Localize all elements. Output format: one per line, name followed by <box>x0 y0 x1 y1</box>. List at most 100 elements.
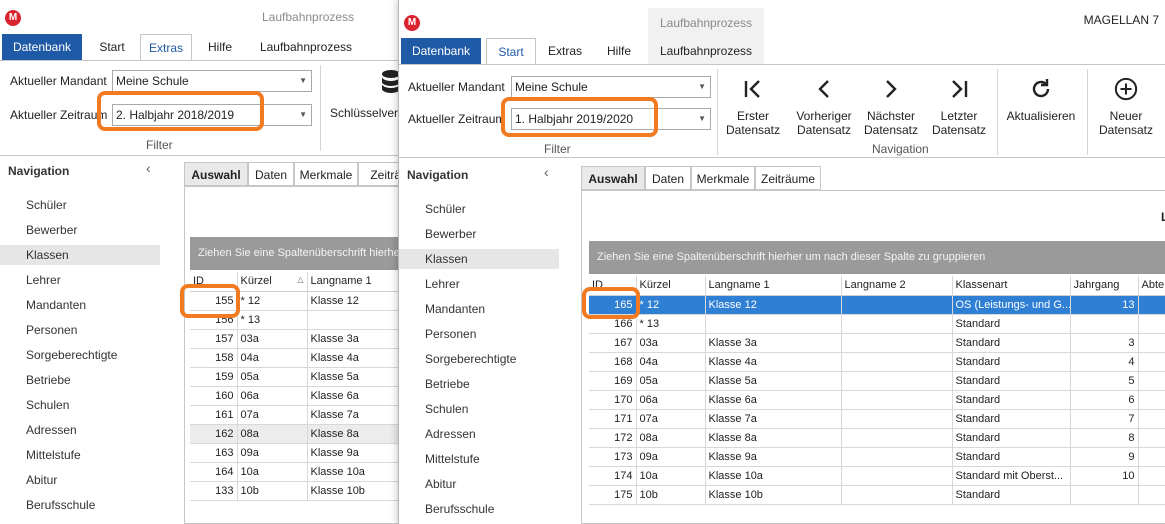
back-subtab-daten[interactable]: Daten <box>248 162 294 186</box>
back-tab-laufbahnprozess[interactable]: Laufbahnprozess <box>250 34 362 60</box>
table-cell-empty <box>1138 295 1165 315</box>
front-subtab-zeitraeume[interactable]: Zeiträume <box>755 166 821 190</box>
table-row[interactable]: 164 10a Klasse 10a <box>190 462 419 482</box>
nav-item-adressen[interactable]: Adressen <box>0 420 160 440</box>
front-col-abteilung[interactable]: Abte <box>1138 276 1165 296</box>
next-record-button[interactable]: Nächster Datensatz <box>859 77 923 137</box>
table-cell-empty <box>1138 485 1165 505</box>
nav-item-schulen[interactable]: Schulen <box>399 399 559 419</box>
table-row[interactable]: 158 04a Klasse 4a <box>190 348 419 368</box>
nav-item-mittelstufe[interactable]: Mittelstufe <box>399 449 559 469</box>
nav-item-lehrer[interactable]: Lehrer <box>0 270 160 290</box>
table-row[interactable]: 157 03a Klasse 3a <box>190 329 419 349</box>
table-cell-empty <box>1138 428 1165 448</box>
table-row[interactable]: 133 10b Klasse 10b <box>190 481 419 501</box>
back-col-kuerzel[interactable]: Kürzel △ <box>237 272 308 292</box>
table-row[interactable]: 172 08a Klasse 8a Standard 8 <box>589 428 1165 448</box>
front-subtab-merkmale[interactable]: Merkmale <box>691 166 755 190</box>
nav-item-betriebe[interactable]: Betriebe <box>399 374 559 394</box>
refresh-label: Aktualisieren <box>1006 109 1076 123</box>
table-row[interactable]: 160 06a Klasse 6a <box>190 386 419 406</box>
table-cell: Klasse 9a <box>705 447 842 467</box>
back-tab-datenbank[interactable]: Datenbank <box>2 34 82 60</box>
table-cell <box>841 390 953 410</box>
table-row[interactable]: 169 05a Klasse 5a Standard 5 <box>589 371 1165 391</box>
last-record-button[interactable]: Letzter Datensatz <box>927 77 991 137</box>
front-tab-laufbahnprozess[interactable]: Laufbahnprozess <box>648 38 764 64</box>
back-tab-start[interactable]: Start <box>88 34 136 60</box>
front-tab-hilfe[interactable]: Hilfe <box>597 38 641 64</box>
front-col-kuerzel[interactable]: Kürzel <box>636 276 706 296</box>
table-row[interactable]: 161 07a Klasse 7a <box>190 405 419 425</box>
table-cell-empty <box>1138 390 1165 410</box>
nav-item-sorgeberechtigte[interactable]: Sorgeberechtigte <box>0 345 160 365</box>
nav-item-personen[interactable]: Personen <box>399 324 559 344</box>
front-group-band[interactable]: Ziehen Sie eine Spaltenüberschrift hierh… <box>589 241 1165 274</box>
nav-item-mittelstufe[interactable]: Mittelstufe <box>0 445 160 465</box>
front-col-klassenart[interactable]: Klassenart <box>952 276 1071 296</box>
front-col-langname2[interactable]: Langname 2 <box>841 276 953 296</box>
nav-item-mandanten[interactable]: Mandanten <box>399 299 559 319</box>
nav-item-abitur[interactable]: Abitur <box>399 474 559 494</box>
table-cell: 06a <box>636 390 706 410</box>
table-row[interactable]: 166 * 13 Standard <box>589 314 1165 334</box>
nav-item-berufsschule[interactable]: Berufsschule <box>399 499 559 519</box>
nav-item-sorgeberechtigte[interactable]: Sorgeberechtigte <box>399 349 559 369</box>
nav-item-adressen[interactable]: Adressen <box>399 424 559 444</box>
table-row[interactable]: 175 10b Klasse 10b Standard <box>589 485 1165 505</box>
next-record-label-2: Datensatz <box>863 123 919 137</box>
table-cell: 7 <box>1070 409 1139 429</box>
table-row[interactable]: 168 04a Klasse 4a Standard 4 <box>589 352 1165 372</box>
chevron-left-icon[interactable]: ‹ <box>544 164 549 180</box>
id-highlight-front <box>582 287 640 319</box>
table-row[interactable]: 171 07a Klasse 7a Standard 7 <box>589 409 1165 429</box>
back-navigation-panel: Navigation ‹ Schüler Bewerber Klassen Lehre… <box>0 157 170 524</box>
nav-item-berufsschule[interactable]: Berufsschule <box>0 495 160 515</box>
nav-item-lehrer[interactable]: Lehrer <box>399 274 559 294</box>
front-tab-datenbank[interactable]: Datenbank <box>401 38 481 64</box>
nav-item-klassen[interactable]: Klassen <box>0 245 160 265</box>
first-record-button[interactable]: Erster Datensatz <box>721 77 785 137</box>
table-cell: 10b <box>636 485 706 505</box>
table-row[interactable]: 167 03a Klasse 3a Standard 3 <box>589 333 1165 353</box>
front-mandant-select[interactable]: Meine Schule ▼ <box>511 76 711 98</box>
nav-item-personen[interactable]: Personen <box>0 320 160 340</box>
table-row[interactable]: 162 08a Klasse 8a <box>190 424 419 444</box>
front-col-langname1[interactable]: Langname 1 <box>705 276 842 296</box>
back-mandant-select[interactable]: Meine Schule ▼ <box>112 70 312 92</box>
nav-item-schüler[interactable]: Schüler <box>0 195 160 215</box>
front-tab-extras[interactable]: Extras <box>541 38 589 64</box>
nav-item-schulen[interactable]: Schulen <box>0 395 160 415</box>
front-subtab-daten[interactable]: Daten <box>645 166 691 190</box>
nav-item-schüler[interactable]: Schüler <box>399 199 559 219</box>
nav-item-klassen[interactable]: Klassen <box>399 249 559 269</box>
table-row[interactable]: 170 06a Klasse 6a Standard 6 <box>589 390 1165 410</box>
table-cell: 06a <box>237 386 308 406</box>
back-tab-hilfe[interactable]: Hilfe <box>198 34 242 60</box>
chevron-left-icon[interactable]: ‹ <box>146 160 151 176</box>
back-subtab-merkmale[interactable]: Merkmale <box>294 162 358 186</box>
table-row[interactable]: 173 09a Klasse 9a Standard 9 <box>589 447 1165 467</box>
nav-item-mandanten[interactable]: Mandanten <box>0 295 160 315</box>
front-subtab-auswahl[interactable]: Auswahl <box>581 166 645 190</box>
table-row[interactable]: 159 05a Klasse 5a <box>190 367 419 387</box>
nav-item-betriebe[interactable]: Betriebe <box>0 370 160 390</box>
table-row[interactable]: 163 09a Klasse 9a <box>190 443 419 463</box>
back-tab-extras[interactable]: Extras <box>140 34 192 61</box>
table-row[interactable]: 165 * 12 Klasse 12 OS (Leistungs- und G... 1… <box>589 295 1165 315</box>
add-record-button[interactable]: Neuer Datensatz <box>1093 77 1159 137</box>
back-subtab-auswahl[interactable]: Auswahl <box>184 162 248 186</box>
nav-item-bewerber[interactable]: Bewerber <box>0 220 160 240</box>
back-zeitraum-label: Aktueller Zeitraum <box>10 108 108 122</box>
front-col-jahrgang[interactable]: Jahrgang <box>1070 276 1139 296</box>
nav-item-bewerber[interactable]: Bewerber <box>399 224 559 244</box>
back-group-band[interactable]: Ziehen Sie eine Spaltenüberschrift hierh… <box>190 237 419 270</box>
front-tab-start[interactable]: Start <box>486 38 536 65</box>
previous-record-button[interactable]: Vorheriger Datensatz <box>789 77 859 137</box>
table-row[interactable]: 174 10a Klasse 10a Standard mit Oberst... 10 <box>589 466 1165 486</box>
ribbon-separator <box>997 69 998 155</box>
nav-item-abitur[interactable]: Abitur <box>0 470 160 490</box>
table-cell: Standard <box>952 352 1071 372</box>
back-schluessel-button[interactable]: Schlüsselverz <box>330 106 404 120</box>
refresh-button[interactable]: Aktualisieren <box>1001 77 1081 123</box>
